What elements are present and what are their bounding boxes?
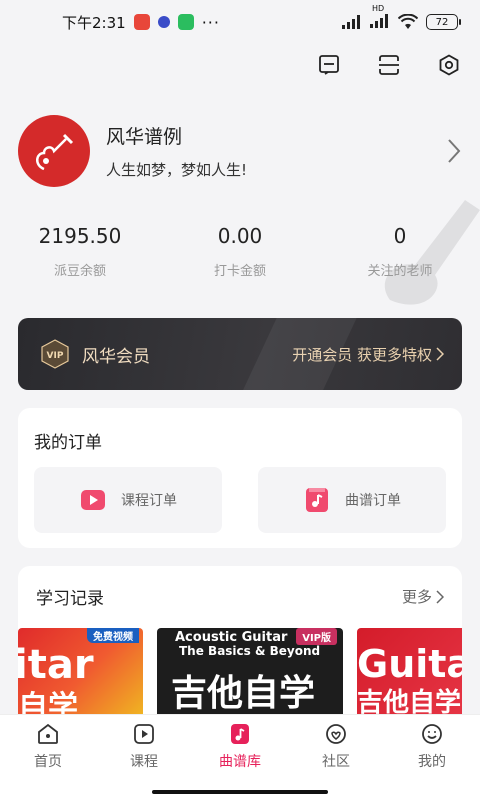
wechat-icon [177,14,194,30]
stat-value: 0 [393,224,407,248]
music-note-icon [306,488,328,512]
stat-value: 0.00 [217,224,263,248]
book-cover[interactable]: VIP版 Acoustic Guitar The Basics & Beyond… [157,628,343,728]
video-icon [81,490,105,510]
top-toolbar [316,52,462,78]
music-library-icon [231,724,249,744]
status-time: 下午2:31 [62,13,126,32]
tab-label: 首页 [34,754,62,770]
book-tag: 免费视频 [87,628,139,643]
profile-header[interactable]: 风华谱例 人生如梦，梦如人生! [18,114,462,188]
score-order-label: 曲谱订单 [345,493,401,509]
signal-hd-icon: HD [370,4,390,31]
guitar-icon [36,133,74,171]
community-icon [326,724,346,744]
vip-badge-icon: VIP [41,339,69,369]
play-icon [134,724,154,744]
bottom-tab-bar: 首页 课程 曲谱库 社区 我的 [0,714,480,800]
book-cover[interactable]: 免费视频 itar 自学 [18,628,143,728]
book-title: Guitar [357,642,462,686]
tab-label: 社区 [322,754,350,770]
tab-mine[interactable]: 我的 [384,715,480,800]
study-records-card: 学习记录 更多 免费视频 itar 自学 VIP版 Acoustic Guita… [18,566,462,736]
notification-app-icon [157,16,170,28]
book-list: 免费视频 itar 自学 VIP版 Acoustic Guitar The Ba… [18,628,462,728]
records-title: 学习记录 [36,589,104,609]
tab-course[interactable]: 课程 [96,715,192,800]
tab-music-library[interactable]: 曲谱库 [192,715,288,800]
more-link[interactable]: 更多 [402,586,444,607]
stat-label: 打卡金额 [213,264,266,279]
vip-title: 风华会员 [82,346,150,367]
notification-app-icon [133,14,150,30]
wifi-icon [398,14,418,29]
tab-home[interactable]: 首页 [0,715,96,800]
profile-motto: 人生如梦，梦如人生! [106,161,248,179]
tab-label: 课程 [130,754,158,770]
stat-label: 关注的老师 [367,264,433,279]
book-title: 吉他自学 [171,673,316,714]
tab-community[interactable]: 社区 [288,715,384,800]
course-order-label: 课程订单 [121,493,177,509]
book-title-en: Acoustic Guitar [175,630,288,645]
my-orders-card: 我的订单 课程订单 曲谱订单 [18,408,462,548]
tab-label: 我的 [418,754,446,770]
chevron-right-icon [436,589,444,604]
scan-icon[interactable] [376,52,402,78]
stat-balance[interactable]: 2195.50 派豆余额 [0,224,160,279]
vip-open-button[interactable]: 开通会员 获更多特权 [292,344,444,365]
status-bar: 下午2:31 ··· HD 72 [0,0,480,44]
vip-badge-text: VIP [47,351,64,361]
chevron-right-icon[interactable] [446,137,462,165]
profile-name: 风华谱例 [106,126,183,148]
stat-value: 2195.50 [38,224,122,248]
book-subtitle-en: The Basics & Beyond [179,644,321,658]
stat-followed-teachers[interactable]: 0 关注的老师 [320,224,480,279]
tab-label: 曲谱库 [219,754,261,770]
home-indicator[interactable] [152,790,328,794]
account-stats: 2195.50 派豆余额 0.00 打卡金额 0 关注的老师 [0,224,480,279]
more-notifications-icon: ··· [201,12,220,32]
battery-icon: 72 [426,14,461,30]
avatar[interactable] [18,115,90,187]
course-order-button[interactable]: 课程订单 [34,467,222,533]
stat-label: 派豆余额 [53,264,106,279]
chevron-right-icon [436,347,444,361]
vip-membership-banner[interactable]: VIP 风华会员 开通会员 获更多特权 [18,318,462,390]
message-icon[interactable] [316,52,342,78]
more-label: 更多 [401,588,432,606]
score-order-button[interactable]: 曲谱订单 [258,467,446,533]
profile-icon [422,724,442,744]
book-tag: VIP版 [296,628,337,645]
home-icon [38,723,58,744]
vip-cta-label: 开通会员 获更多特权 [292,345,432,364]
book-cover[interactable]: Guitar 吉他自学 [357,628,462,728]
signal-icon [342,15,360,29]
settings-icon[interactable] [436,52,462,78]
orders-title: 我的订单 [34,433,102,453]
stat-checkin-amount[interactable]: 0.00 打卡金额 [160,224,320,279]
